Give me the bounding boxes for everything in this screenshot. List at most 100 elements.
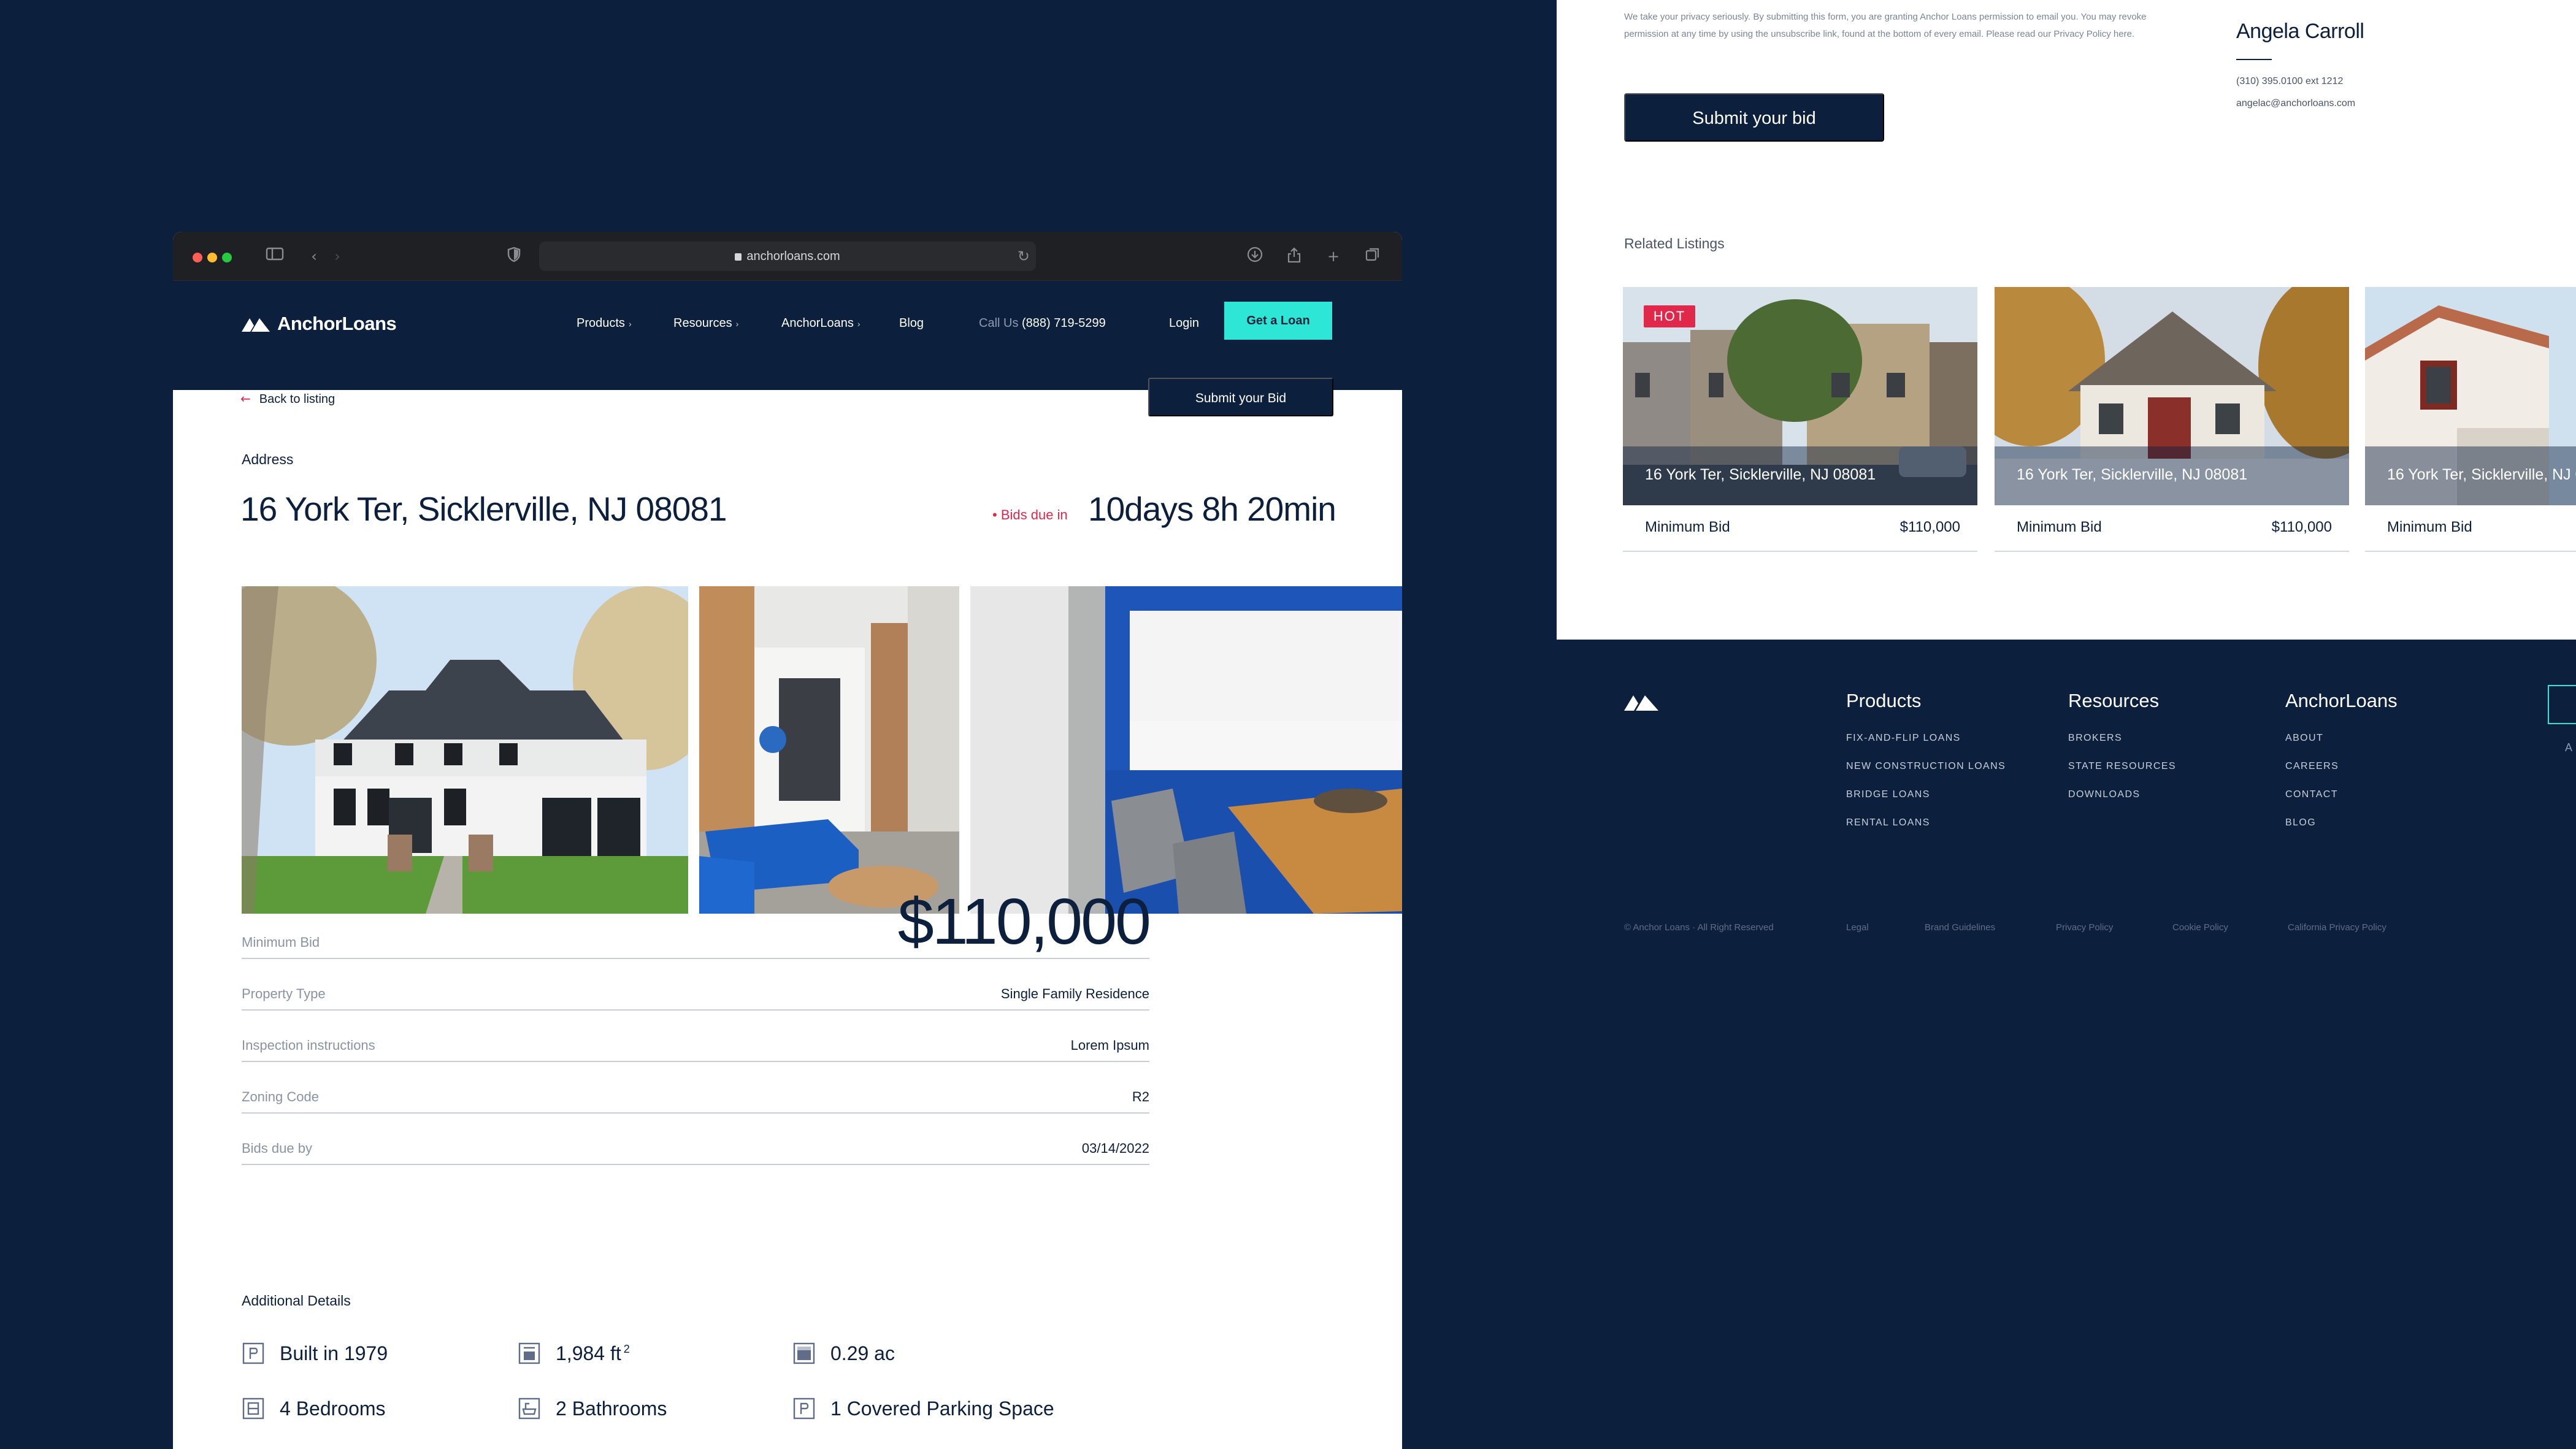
address-bar[interactable]: anchorloans.com ↻ <box>539 242 1036 271</box>
shield-icon[interactable] <box>504 247 524 266</box>
back-to-listing-link[interactable]: ← Back to listing <box>240 391 335 407</box>
footer-link[interactable]: DOWNLOADS <box>2068 789 2141 800</box>
related-listing-address: 16 York Ter, Sicklerville, NJ 08081 <box>2387 466 2576 483</box>
agent-phone[interactable]: (310) 395.0100 ext 1212 <box>2236 76 2343 87</box>
minimum-bid-label: Minimum Bid <box>2017 519 2102 535</box>
feature-label: 1,984 ft 2 <box>556 1342 630 1365</box>
feature-label: 4 Bedrooms <box>280 1397 386 1420</box>
browser-window: ‹ › anchorloans.com ↻ + AnchorLoans Prod… <box>173 232 1402 1449</box>
related-listing-card[interactable]: HOT 16 York Ter, Sicklerville, NJ 08081 … <box>1623 287 1977 552</box>
floor-area-icon <box>518 1342 540 1364</box>
privacy-policy-link[interactable]: Privacy Policy <box>2056 922 2113 933</box>
detail-value: R2 <box>1132 1089 1149 1104</box>
detail-value: 03/14/2022 <box>1081 1141 1149 1156</box>
related-listing-bid-row: Minimum Bid <box>2365 505 2576 552</box>
property-address: 16 York Ter, Sicklerville, NJ 08081 <box>240 490 727 528</box>
footer-link[interactable]: BLOG <box>2285 817 2316 828</box>
reload-icon[interactable]: ↻ <box>1018 242 1030 271</box>
detail-value: Single Family Residence <box>1000 986 1149 1001</box>
submit-bid-button[interactable]: Submit your Bid <box>1148 378 1333 416</box>
call-us[interactable]: Call Us (888) 719-5299 <box>979 316 1106 331</box>
site-header: AnchorLoans Products › Resources › AnchorL… <box>173 281 1402 390</box>
browser-toolbar: ‹ › anchorloans.com ↻ + <box>173 232 1402 281</box>
footer-link[interactable]: BRIDGE LOANS <box>1846 789 1930 800</box>
detail-label: Bids due by <box>242 1141 312 1156</box>
footer-link[interactable]: NEW CONSTRUCTION LOANS <box>1846 761 2006 772</box>
footer-resources-title: Resources <box>2068 690 2160 711</box>
bid-countdown: 10days 8h 20min <box>1088 490 1336 528</box>
listing-page-bottom: We take your privacy seriously. By submi… <box>1557 0 2576 640</box>
submit-your-bid-button[interactable]: Submit your bid <box>1624 93 1884 142</box>
minimum-bid-label: Minimum Bid <box>2387 519 2472 535</box>
address-label: Address <box>242 451 294 467</box>
copyright: © Anchor Loans · All Right Reserved <box>1624 922 1774 933</box>
minimum-bid-value: $110,000 <box>1899 519 1960 535</box>
listing-photo-kitchen[interactable] <box>970 586 1402 914</box>
back-to-listing-label: Back to listing <box>259 392 335 406</box>
call-us-label: Call Us <box>979 316 1019 330</box>
nav-products[interactable]: Products › <box>577 316 632 331</box>
new-tab-icon[interactable]: + <box>1324 247 1343 266</box>
related-listing-card[interactable]: 16 York Ter, Sicklerville, NJ 08081 Mini… <box>1995 287 2349 552</box>
hot-badge: HOT <box>1644 305 1695 327</box>
login-link[interactable]: Login <box>1169 316 1199 331</box>
tabs-overview-icon[interactable] <box>1363 247 1382 266</box>
footer-cta-button[interactable] <box>2548 685 2576 724</box>
california-privacy-link[interactable]: California Privacy Policy <box>2288 922 2386 933</box>
minimum-bid-label: Minimum Bid <box>1645 519 1730 535</box>
back-icon[interactable]: ‹ <box>304 247 324 266</box>
bathroom-icon <box>518 1397 540 1420</box>
forward-icon[interactable]: › <box>328 247 347 266</box>
footer-link[interactable]: CONTACT <box>2285 789 2338 800</box>
footer-cta-text: A <box>2565 741 2573 754</box>
footer-link[interactable]: CAREERS <box>2285 761 2339 772</box>
minimize-window-button[interactable] <box>207 253 217 262</box>
close-window-button[interactable] <box>193 253 202 262</box>
footer-link[interactable]: ABOUT <box>2285 733 2323 744</box>
area-value: 1,984 ft <box>556 1342 621 1364</box>
chevron-right-icon: › <box>628 319 632 329</box>
nav-blog[interactable]: Blog <box>899 316 924 331</box>
feature-bedrooms: 4 Bedrooms <box>242 1397 386 1420</box>
brand-guidelines-link[interactable]: Brand Guidelines <box>1925 922 1995 933</box>
legal-link[interactable]: Legal <box>1846 922 1869 933</box>
download-icon[interactable] <box>1245 247 1265 266</box>
lot-size-icon <box>793 1342 815 1364</box>
feature-area: 1,984 ft 2 <box>518 1342 630 1365</box>
cookie-policy-link[interactable]: Cookie Policy <box>2172 922 2228 933</box>
additional-details-title: Additional Details <box>242 1293 351 1309</box>
footer-link[interactable]: STATE RESOURCES <box>2068 761 2176 772</box>
nav-anchorloans[interactable]: AnchorLoans › <box>781 316 861 331</box>
detail-label: Property Type <box>242 986 326 1001</box>
listing-photo-exterior[interactable] <box>242 586 688 914</box>
footer-link[interactable]: RENTAL LOANS <box>1846 817 1930 828</box>
footer-products-title: Products <box>1846 690 1922 711</box>
site-logo[interactable]: AnchorLoans <box>242 312 397 336</box>
arrow-left-icon: ← <box>240 391 251 406</box>
detail-row-zoning: Zoning Code R2 <box>242 1062 1149 1114</box>
agent-email[interactable]: angelac@anchorloans.com <box>2236 98 2355 109</box>
related-listing-address: 16 York Ter, Sicklerville, NJ 08081 <box>2017 466 2248 483</box>
listing-photo-living-room[interactable] <box>699 586 959 914</box>
feature-bathrooms: 2 Bathrooms <box>518 1397 667 1420</box>
feature-label: 2 Bathrooms <box>556 1397 667 1420</box>
footer-link[interactable]: FIX-AND-FLIP LOANS <box>1846 733 1961 744</box>
nav-anchorloans-label: AnchorLoans <box>781 316 854 330</box>
chevron-right-icon: › <box>857 319 861 329</box>
bids-due-label: • Bids due in <box>992 507 1068 522</box>
detail-row-property-type: Property Type Single Family Residence <box>242 959 1149 1011</box>
feature-parking: 1 Covered Parking Space <box>792 1397 1054 1420</box>
nav-resources[interactable]: Resources › <box>673 316 738 331</box>
related-listing-bid-row: Minimum Bid $110,000 <box>1995 505 2349 552</box>
feature-built: Built in 1979 <box>242 1342 388 1365</box>
anchorloans-logo-icon[interactable] <box>1624 692 1658 711</box>
agent-name: Angela Carroll <box>2236 20 2364 43</box>
share-icon[interactable] <box>1284 247 1304 266</box>
footer-link[interactable]: BROKERS <box>2068 733 2122 744</box>
sidebar-icon[interactable] <box>265 247 285 266</box>
related-listing-card[interactable]: 16 York Ter, Sicklerville, NJ 08081 Mini… <box>2365 287 2576 552</box>
zoom-window-button[interactable] <box>222 253 232 262</box>
detail-row-bids-due: Bids due by 03/14/2022 <box>242 1114 1149 1165</box>
get-a-loan-button[interactable]: Get a Loan <box>1224 302 1332 340</box>
nav-products-label: Products <box>577 316 625 330</box>
